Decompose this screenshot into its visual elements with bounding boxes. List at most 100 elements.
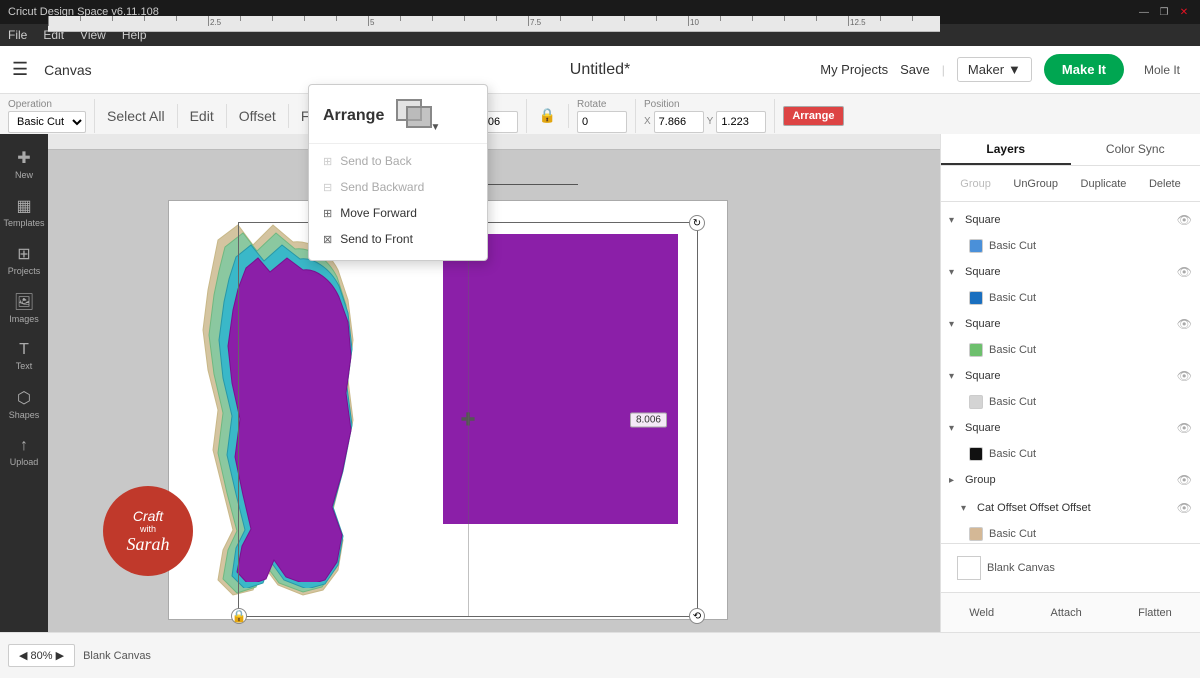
lock-group: 🔒 [535, 104, 569, 128]
edit-button[interactable]: Edit [186, 104, 218, 128]
layer-name-square-5: Square [965, 422, 1173, 434]
flatten-button[interactable]: Flatten [1130, 603, 1180, 623]
canvas-label: Canvas [44, 62, 91, 78]
dimension-value: 8.006 [636, 414, 661, 425]
save-button[interactable]: Save [900, 62, 930, 77]
layer-row-group[interactable]: ▸ Group 👁 [941, 466, 1200, 494]
layer-group-square-5: ▾ Square 👁 Basic Cut [941, 414, 1200, 466]
layer-row-square-4[interactable]: ▾ Square 👁 [941, 362, 1200, 390]
tab-color-sync[interactable]: Color Sync [1071, 134, 1200, 165]
group-button[interactable]: Group [954, 176, 997, 192]
send-to-front-icon: ⊠ [323, 233, 332, 246]
my-projects-button[interactable]: My Projects [820, 62, 888, 77]
layer-color-square-2 [969, 291, 983, 305]
sidebar-item-text[interactable]: T Text [4, 334, 44, 378]
arrange-send-to-back[interactable]: ⊞ Send to Back [309, 148, 487, 174]
layer-group-square-3: ▾ Square 👁 Basic Cut [941, 310, 1200, 362]
handle-bottom-right[interactable]: ⟲ [689, 608, 705, 624]
selection-bounding-box: ↻ 🔒 ⟲ ✚ 8.006 [238, 222, 698, 617]
layer-toggle-square-1: ▾ [949, 215, 961, 226]
sidebar-item-new[interactable]: ✚ New [4, 142, 44, 186]
layer-eye-cat-off-off-off[interactable]: 👁 [1177, 501, 1192, 515]
x-input[interactable] [654, 111, 704, 133]
panel-tabs: Layers Color Sync [941, 134, 1200, 166]
layer-color-square-3 [969, 343, 983, 357]
arrange-rect-2 [406, 106, 432, 128]
layer-sub-square-3[interactable]: Basic Cut [941, 338, 1200, 362]
layer-color-square-5 [969, 447, 983, 461]
upload-icon: ↑ [20, 437, 28, 455]
layer-row-square-1[interactable]: ▾ Square 👁 [941, 206, 1200, 234]
send-to-back-label: Send to Back [340, 154, 411, 168]
watermark-sarah: Sarah [126, 534, 169, 555]
layer-eye-square-3[interactable]: 👁 [1177, 317, 1192, 331]
arrange-dropdown: Arrange ▼ ⊞ Send to Back ⊟ Send Backward… [308, 84, 488, 261]
layer-sub-cat-off-off-off[interactable]: Basic Cut [941, 522, 1200, 543]
delete-button[interactable]: Delete [1143, 176, 1187, 192]
arrange-button[interactable]: Arrange [783, 106, 843, 126]
rotate-input[interactable] [577, 111, 627, 133]
tab-layers[interactable]: Layers [941, 134, 1071, 165]
layer-row-cat-off-off-off[interactable]: ▾ Cat Offset Offset Offset 👁 [941, 494, 1200, 522]
layer-toggle-square-5: ▾ [949, 423, 961, 434]
lock-icon[interactable]: 🔒 [535, 104, 560, 128]
arrange-send-backward[interactable]: ⊟ Send Backward [309, 174, 487, 200]
layer-row-square-2[interactable]: ▾ Square 👁 [941, 258, 1200, 286]
close-button[interactable]: ✕ [1176, 4, 1192, 20]
handle-top-right[interactable]: ↻ [689, 215, 705, 231]
new-icon: ✚ [17, 148, 30, 168]
menu-file[interactable]: File [8, 28, 27, 42]
operation-select[interactable]: Basic Cut [8, 111, 86, 133]
layer-eye-group[interactable]: 👁 [1177, 473, 1192, 487]
layer-toggle-square-4: ▾ [949, 371, 961, 382]
y-label: Y [707, 116, 714, 127]
canvas-top-ruler [48, 134, 940, 150]
arrange-move-forward[interactable]: ⊞ Move Forward [309, 200, 487, 226]
weld-button[interactable]: Weld [961, 603, 1002, 623]
templates-label: Templates [3, 218, 44, 228]
layer-sub-square-2[interactable]: Basic Cut [941, 286, 1200, 310]
layer-sub-square-4[interactable]: Basic Cut [941, 390, 1200, 414]
layer-sub-name-cat-off-off-off: Basic Cut [989, 528, 1036, 540]
sidebar-item-upload[interactable]: ↑ Upload [4, 430, 44, 474]
layer-group-square-4: ▾ Square 👁 Basic Cut [941, 362, 1200, 414]
zoom-button[interactable]: ◀ 80% ▶ [8, 644, 75, 667]
maker-label: Maker [968, 62, 1004, 77]
layer-eye-square-4[interactable]: 👁 [1177, 369, 1192, 383]
arrange-header: Arrange ▼ [309, 93, 487, 144]
sidebar-item-templates[interactable]: ▦ Templates [4, 190, 44, 234]
layer-toggle-square-3: ▾ [949, 319, 961, 330]
layer-eye-square-2[interactable]: 👁 [1177, 265, 1192, 279]
send-backward-icon: ⊟ [323, 181, 332, 194]
sidebar-item-shapes[interactable]: ⬡ Shapes [4, 382, 44, 426]
layer-eye-square-5[interactable]: 👁 [1177, 421, 1192, 435]
arrange-title: Arrange [323, 107, 384, 125]
sidebar-item-images[interactable]: 🖼 Images [4, 286, 44, 330]
mole-it-label: Mole It [1136, 61, 1188, 79]
restore-button[interactable]: ❐ [1156, 4, 1172, 20]
layer-sub-square-1[interactable]: Basic Cut [941, 234, 1200, 258]
attach-button[interactable]: Attach [1043, 603, 1090, 623]
sidebar-item-projects[interactable]: ⊞ Projects [4, 238, 44, 282]
select-all-group: Select All [103, 104, 178, 128]
layer-sub-square-5[interactable]: Basic Cut [941, 442, 1200, 466]
layer-toggle-group: ▸ [949, 475, 961, 486]
new-label: New [15, 170, 33, 180]
arrange-send-to-front[interactable]: ⊠ Send to Front [309, 226, 487, 252]
layer-eye-square-1[interactable]: 👁 [1177, 213, 1192, 227]
y-input[interactable] [716, 111, 766, 133]
layer-row-square-5[interactable]: ▾ Square 👁 [941, 414, 1200, 442]
ungroup-button[interactable]: UnGroup [1007, 176, 1064, 192]
maker-button[interactable]: Maker ▼ [957, 57, 1032, 82]
make-it-button[interactable]: Make It [1044, 54, 1124, 85]
duplicate-button[interactable]: Duplicate [1075, 176, 1133, 192]
toolbar: Operation Basic Cut Select All Edit Offs… [0, 94, 1200, 138]
handle-bottom-left[interactable]: 🔒 [231, 608, 247, 624]
hamburger-menu-icon[interactable]: ☰ [12, 59, 28, 80]
select-all-button[interactable]: Select All [103, 104, 169, 128]
send-backward-label: Send Backward [340, 180, 424, 194]
minimize-button[interactable]: — [1136, 4, 1152, 20]
offset-button[interactable]: Offset [235, 104, 280, 128]
layer-name-cat-off-off-off: Cat Offset Offset Offset [977, 502, 1173, 514]
layer-row-square-3[interactable]: ▾ Square 👁 [941, 310, 1200, 338]
